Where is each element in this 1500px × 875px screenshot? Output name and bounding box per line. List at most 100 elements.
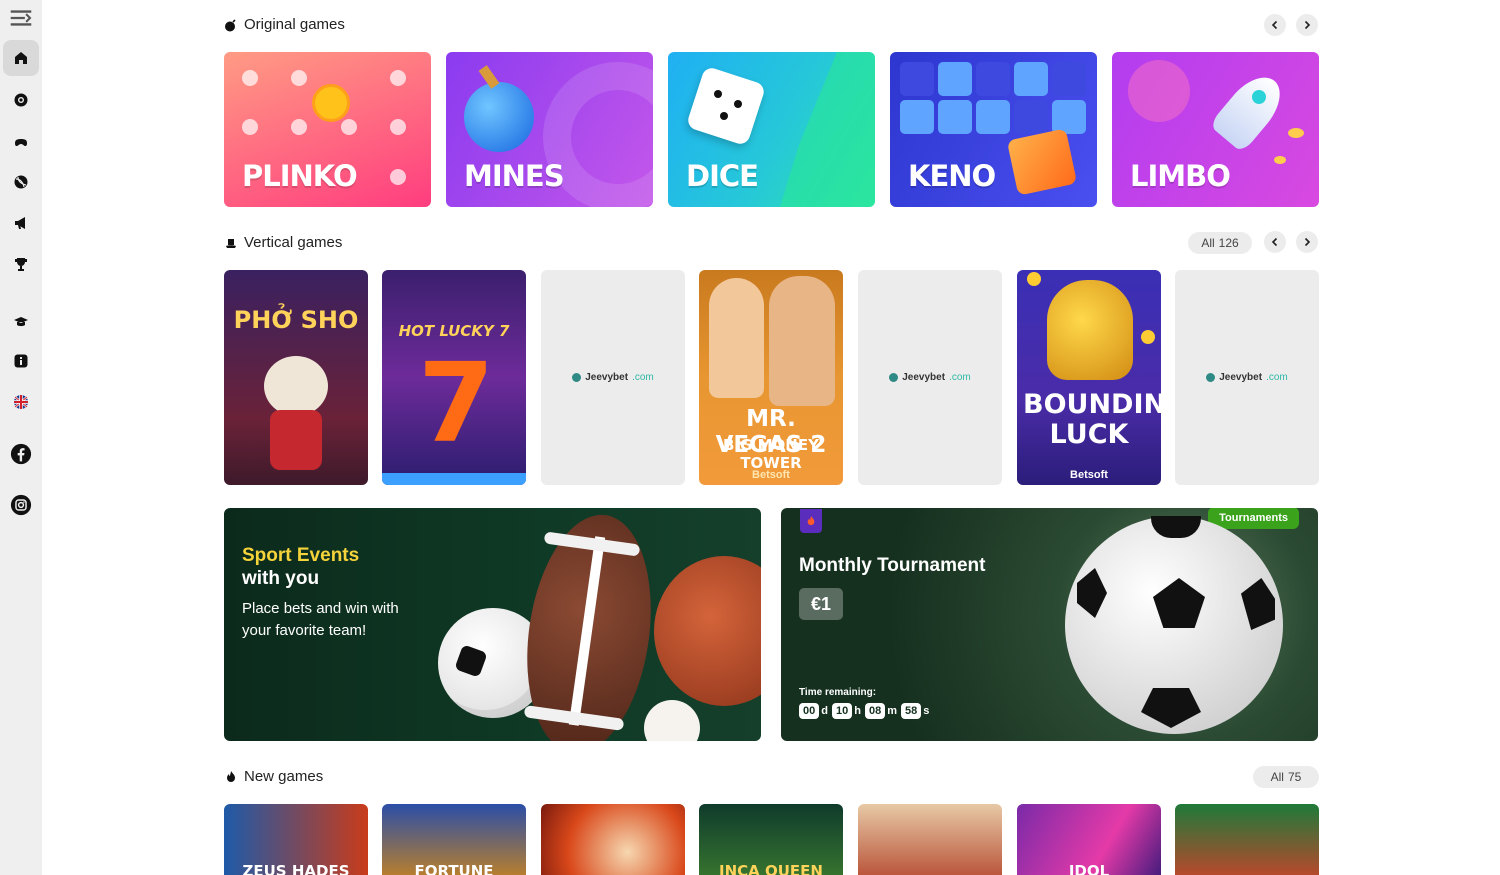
time-remaining-label: Time remaining: xyxy=(799,687,877,698)
vertical-game-tile[interactable]: MR. VEGAS 2 BIG MONEY TOWER Betsoft xyxy=(699,270,843,485)
original-games-title: Original games xyxy=(244,16,345,33)
jeevybet-logo-icon xyxy=(1206,373,1216,382)
new-game-tile[interactable] xyxy=(858,804,1002,875)
sport-events-banner[interactable]: Sport Events with you Place bets and win… xyxy=(224,508,761,741)
fire-icon xyxy=(227,770,235,782)
jeevybet-logo-icon xyxy=(889,373,899,382)
sport-banner-description: Place bets and win with your favorite te… xyxy=(242,600,399,639)
vertical-game-tile[interactable]: HOT LUCKY 7 7 xyxy=(382,270,526,485)
all-label: All xyxy=(1201,236,1215,250)
timer-seconds-unit: s xyxy=(923,705,930,717)
timer-minutes: 08 xyxy=(864,703,886,719)
game-provider: Betsoft xyxy=(1070,469,1108,481)
vip-hat-icon[interactable] xyxy=(3,302,39,338)
vertical-game-tile[interactable]: BOUNDING LUCK Betsoft xyxy=(1017,270,1161,485)
monthly-tournament-banner[interactable]: Tournaments Monthly Tournament €1 Time r… xyxy=(781,508,1318,741)
original-games-header: Original games xyxy=(224,16,345,33)
game-title: BOUNDING LUCK xyxy=(1023,389,1161,450)
new-game-tile[interactable] xyxy=(1175,804,1319,875)
sport-ball-icon[interactable] xyxy=(3,164,39,200)
vertical-games-title: Vertical games xyxy=(244,234,343,251)
all-count: 126 xyxy=(1218,236,1239,250)
all-count: 75 xyxy=(1287,770,1302,784)
chevron-left-icon xyxy=(1271,237,1278,247)
basketball-image xyxy=(654,556,761,706)
chevron-right-icon xyxy=(1304,20,1311,30)
sidebar xyxy=(0,0,42,875)
brand-suffix: .com xyxy=(949,372,971,383)
timer-days: 00 xyxy=(799,703,820,719)
baseball-image xyxy=(644,700,700,741)
uk-flag-icon[interactable] xyxy=(3,384,39,420)
game-title: DICE xyxy=(686,159,759,193)
sport-banner-line2: with you xyxy=(242,568,320,589)
original-next-button[interactable] xyxy=(1296,14,1318,36)
game-title: PHỞ SHO xyxy=(233,306,359,334)
vertical-next-button[interactable] xyxy=(1296,231,1318,253)
vertical-game-placeholder[interactable]: Jeevybet .com xyxy=(1175,270,1319,485)
game-title: INCA QUEEN xyxy=(719,862,823,875)
tournament-title: Monthly Tournament xyxy=(799,555,986,576)
game-provider: Betsoft xyxy=(752,469,790,481)
new-game-tile[interactable]: IDOL xyxy=(1017,804,1161,875)
chevron-right-icon xyxy=(1304,237,1311,247)
game-title: IDOL xyxy=(1068,862,1110,875)
brand-suffix: .com xyxy=(1266,372,1288,383)
tournaments-badge: Tournaments xyxy=(1208,508,1299,529)
countdown-timer: 00 d 10 h 08 m 58 s xyxy=(799,703,931,719)
game-title: HOT LUCKY 7 xyxy=(398,322,510,340)
game-title: ZEUS HADES xyxy=(242,862,350,875)
joystick-icon[interactable] xyxy=(3,123,39,159)
brand-name: Jeevybet xyxy=(585,372,629,383)
original-prev-button[interactable] xyxy=(1264,14,1286,36)
brand-name: Jeevybet xyxy=(902,372,946,383)
jeevybet-logo-icon xyxy=(572,373,582,382)
game-tile-plinko[interactable]: PLINKO xyxy=(224,52,431,207)
casino-chip-icon[interactable] xyxy=(3,82,39,118)
game-subtitle: BIG MONEY TOWER xyxy=(723,436,819,472)
timer-hours: 10 xyxy=(831,703,853,719)
info-icon[interactable] xyxy=(3,343,39,379)
vertical-games-header: Vertical games xyxy=(224,234,342,251)
vertical-game-placeholder[interactable]: Jeevybet .com xyxy=(858,270,1002,485)
vertical-game-placeholder[interactable]: Jeevybet .com xyxy=(541,270,685,485)
trophy-icon[interactable] xyxy=(3,246,39,282)
brand-suffix: .com xyxy=(632,372,654,383)
facebook-icon[interactable] xyxy=(3,436,39,472)
game-title: MINES xyxy=(464,159,565,193)
sport-banner-line1: Sport Events xyxy=(242,545,360,566)
instagram-icon[interactable] xyxy=(3,487,39,523)
home-icon[interactable] xyxy=(3,40,39,76)
new-game-tile[interactable]: INCA QUEEN xyxy=(699,804,843,875)
game-title: LIMBO xyxy=(1130,159,1231,193)
timer-minutes-unit: m xyxy=(887,705,897,717)
all-label: All xyxy=(1270,770,1284,784)
game-tile-dice[interactable]: DICE xyxy=(668,52,875,207)
new-game-tile[interactable] xyxy=(541,804,685,875)
vertical-all-button[interactable]: All 126 xyxy=(1188,232,1252,254)
game-title: FORTUNE xyxy=(414,862,494,875)
menu-icon[interactable] xyxy=(3,0,39,36)
vertical-prev-button[interactable] xyxy=(1264,231,1286,253)
chevron-left-icon xyxy=(1271,20,1278,30)
promo-megaphone-icon[interactable] xyxy=(3,205,39,241)
game-tile-limbo[interactable]: LIMBO xyxy=(1112,52,1319,207)
timer-hours-unit: h xyxy=(854,705,861,717)
new-games-header: New games xyxy=(224,768,323,785)
new-games-all-button[interactable]: All 75 xyxy=(1253,766,1319,788)
fire-icon xyxy=(800,509,822,533)
new-games-title: New games xyxy=(244,768,324,785)
new-game-tile[interactable]: ZEUS HADES xyxy=(224,804,368,875)
brand-name: Jeevybet xyxy=(1219,372,1263,383)
timer-seconds: 58 xyxy=(901,703,922,719)
game-tile-keno[interactable]: KENO xyxy=(890,52,1097,207)
hat-icon xyxy=(226,238,236,248)
vertical-game-tile[interactable]: PHỞ SHO xyxy=(224,270,368,485)
game-title: PLINKO xyxy=(242,159,358,193)
bomb-icon xyxy=(225,18,236,31)
game-tile-mines[interactable]: MINES xyxy=(446,52,653,207)
timer-days-unit: d xyxy=(821,705,828,717)
new-game-tile[interactable]: FORTUNE xyxy=(382,804,526,875)
game-title: KENO xyxy=(908,159,996,193)
tournament-prize: €1 xyxy=(799,588,843,620)
